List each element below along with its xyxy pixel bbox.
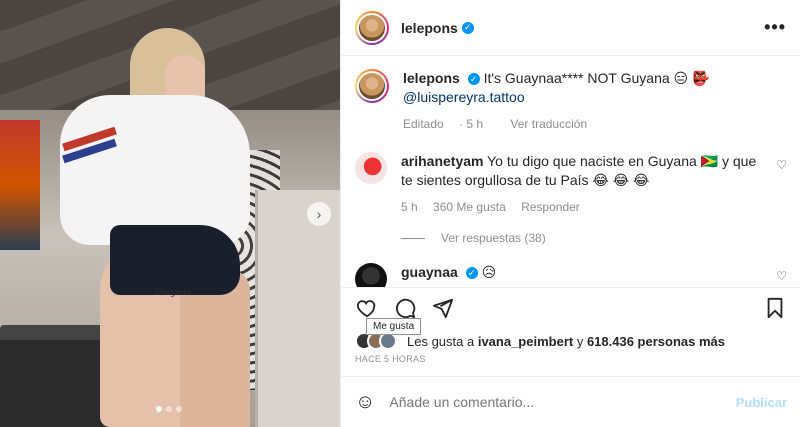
carousel-dot xyxy=(166,406,172,412)
like-tooltip: Me gusta xyxy=(366,318,422,335)
commenter-avatar[interactable] xyxy=(355,263,387,287)
comment-likes[interactable]: 360 Me gusta xyxy=(433,200,506,214)
author-username[interactable]: lelepons xyxy=(401,20,458,36)
share-button[interactable] xyxy=(431,296,455,320)
comment-text: 😥 xyxy=(481,264,497,280)
comment-button[interactable] xyxy=(393,296,417,320)
post-sidebar: lelepons ✓ ••• lelepons ✓ It's Guaynaa**… xyxy=(340,0,800,427)
comment-like-heart-icon[interactable]: ♡ xyxy=(776,158,787,172)
caption-text: It's Guaynaa**** NOT Guyana 😑 👺 xyxy=(483,70,710,86)
verified-badge-icon: ✓ xyxy=(467,73,480,86)
more-options-icon[interactable]: ••• xyxy=(764,17,786,38)
liker-username[interactable]: ivana_peimbert xyxy=(478,334,573,349)
likes-count[interactable]: 618.436 personas más xyxy=(587,334,725,349)
reply-button[interactable]: Responder xyxy=(521,200,580,214)
comment-time: 5 h xyxy=(401,200,418,214)
comment-bubble-icon xyxy=(396,298,416,318)
post-timestamp: HACE 5 HORAS xyxy=(355,354,426,364)
publish-button[interactable]: Publicar xyxy=(736,395,787,410)
carousel-dot-active xyxy=(156,406,162,412)
caption-mention[interactable]: @luispereyra.tattoo xyxy=(403,89,525,105)
comment-username[interactable]: arihanetyam xyxy=(401,153,483,169)
tattoo-text: Guaynaa xyxy=(155,288,191,297)
comment-item: arihanetyam Yo tu digo que naciste en Gu… xyxy=(355,152,787,217)
post-header: lelepons ✓ ••• xyxy=(341,0,800,56)
caption-username[interactable]: lelepons xyxy=(403,70,460,86)
next-image-button[interactable]: › xyxy=(307,202,331,226)
comments-section: lelepons ✓ It's Guaynaa**** NOT Guyana 😑… xyxy=(341,57,800,287)
emoji-icon[interactable]: ☺ xyxy=(355,391,375,414)
comment-username[interactable]: guaynaa xyxy=(401,264,458,280)
comment-meta: 5 h 360 Me gusta Responder xyxy=(401,198,761,217)
comment-like-heart-icon[interactable]: ♡ xyxy=(776,269,787,283)
comment-item: guaynaa ✓ 😥 ♡ xyxy=(355,263,787,287)
action-bar: Me gusta xyxy=(341,287,800,335)
view-replies-button[interactable]: Ver respuestas (38) xyxy=(401,231,787,245)
verified-badge-icon: ✓ xyxy=(461,21,474,34)
instagram-post: Guaynaa › lelepons ✓ ••• lelepons ✓ It's… xyxy=(0,0,800,427)
edited-label: Editado · 5 h xyxy=(403,117,484,131)
paper-plane-icon xyxy=(432,298,454,318)
comment-input[interactable] xyxy=(389,394,736,410)
carousel-dot xyxy=(176,406,182,412)
verified-badge-icon: ✓ xyxy=(465,267,478,280)
commenter-avatar[interactable] xyxy=(355,152,387,184)
save-button[interactable] xyxy=(763,296,787,320)
heart-icon xyxy=(356,299,376,317)
caption: lelepons ✓ It's Guaynaa**** NOT Guyana 😑… xyxy=(355,69,787,134)
like-button[interactable] xyxy=(355,296,379,320)
caption-meta: Editado · 5 h Ver traducción xyxy=(403,115,709,134)
chevron-right-icon: › xyxy=(316,206,322,222)
bookmark-icon xyxy=(767,297,783,318)
post-media[interactable]: Guaynaa › xyxy=(0,0,340,427)
author-avatar[interactable] xyxy=(355,10,389,45)
see-translation-link[interactable]: Ver traducción xyxy=(510,117,587,131)
add-comment-bar: ☺ Publicar xyxy=(341,376,800,427)
caption-avatar[interactable] xyxy=(355,69,389,103)
carousel-dots xyxy=(156,406,182,412)
